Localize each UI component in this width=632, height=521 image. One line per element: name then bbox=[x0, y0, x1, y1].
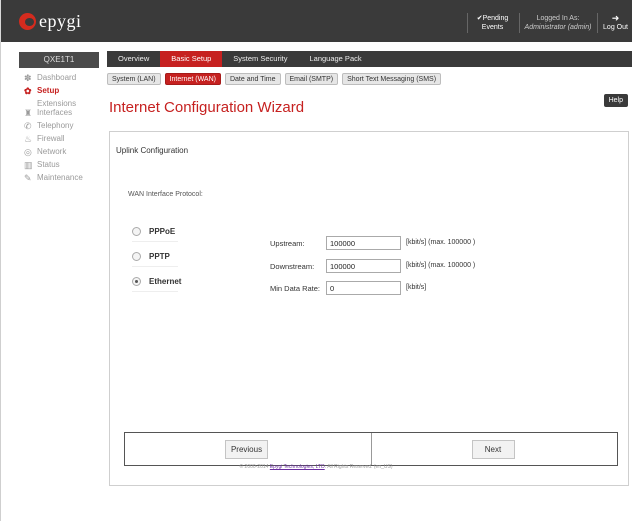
button-cell-right: Next bbox=[370, 433, 618, 465]
panel-heading: Uplink Configuration bbox=[116, 146, 189, 155]
radio-label: PPPoE bbox=[149, 227, 176, 236]
radio-button-selected[interactable] bbox=[132, 277, 141, 286]
logout-icon: ➜ bbox=[611, 13, 620, 23]
tab-basic-setup[interactable]: Basic Setup bbox=[160, 51, 223, 67]
subtab-email-smtp[interactable]: Email (SMTP) bbox=[284, 73, 339, 85]
subtab-date-time[interactable]: Date and Time bbox=[224, 73, 281, 85]
button-cell-left: Previous bbox=[125, 433, 371, 465]
sidebar-item-label: Telephony bbox=[37, 121, 74, 130]
previous-button[interactable]: Previous bbox=[225, 440, 268, 459]
radio-button[interactable] bbox=[132, 252, 141, 261]
downstream-unit: [kbit/s] (max. 100000 ) bbox=[406, 262, 476, 269]
divider bbox=[132, 266, 178, 267]
sidebar-item-label: Dashboard bbox=[37, 73, 77, 82]
radio-pptp[interactable]: PPTP bbox=[132, 252, 170, 261]
sidebar: QXE1T1 ✽ Dashboard ✿ Setup Extensions ♜ … bbox=[11, 42, 105, 521]
footer: © 2000-2014 Epygi Technologies, LTD. All… bbox=[0, 464, 632, 470]
divider bbox=[132, 291, 178, 292]
sidebar-item-setup[interactable]: ✿ Setup Extensions bbox=[11, 85, 105, 108]
sidebar-item-label: Interfaces bbox=[37, 108, 73, 117]
footer-company-link[interactable]: Epygi Technologies, LTD bbox=[270, 464, 325, 470]
help-button[interactable]: Help bbox=[603, 94, 628, 107]
sidebar-item-status[interactable]: ▥ Status bbox=[11, 159, 105, 172]
epygi-logo[interactable]: epygi bbox=[19, 10, 82, 32]
downstream-input[interactable] bbox=[326, 259, 401, 273]
phone-icon: ✆ bbox=[24, 121, 32, 131]
dashboard-icon: ✽ bbox=[24, 73, 32, 83]
wrench-icon: ✎ bbox=[24, 173, 32, 183]
pending-label: Pending bbox=[482, 15, 509, 22]
upstream-unit: [kbit/s] (max. 100000 ) bbox=[406, 239, 476, 246]
sidebar-item-label: Setup bbox=[37, 86, 60, 95]
sidebar-item-firewall[interactable]: ♨ Firewall bbox=[11, 133, 105, 146]
logged-in-user: Administrator (admin) bbox=[524, 24, 592, 31]
sidebar-item-label: Status bbox=[37, 160, 60, 169]
sidebar-nav: ✽ Dashboard ✿ Setup Extensions ♜ Interfa… bbox=[11, 72, 105, 185]
logged-in-label: Logged In As: bbox=[536, 15, 580, 22]
main-tabs: Overview Basic Setup System Security Lan… bbox=[107, 51, 632, 67]
sidebar-item-dashboard[interactable]: ✽ Dashboard bbox=[11, 72, 105, 85]
tab-overview[interactable]: Overview bbox=[107, 51, 160, 67]
subtab-sms[interactable]: Short Text Messaging (SMS) bbox=[342, 73, 442, 85]
next-button[interactable]: Next bbox=[471, 440, 515, 459]
min-data-rate-unit: [kbit/s] bbox=[406, 284, 427, 291]
tab-language-pack[interactable]: Language Pack bbox=[298, 51, 372, 67]
sidebar-item-network[interactable]: ◎ Network bbox=[11, 146, 105, 159]
sidebar-item-telephony[interactable]: ✆ Telephony bbox=[11, 120, 105, 133]
gear-icon: ✿ bbox=[24, 86, 32, 96]
interfaces-icon: ♜ bbox=[24, 108, 33, 118]
wizard-button-bar: Previous Next bbox=[124, 432, 618, 466]
pending-events-button[interactable]: ✔Pending Events bbox=[467, 13, 517, 33]
epygi-logo-icon bbox=[19, 12, 36, 30]
sidebar-item-label: Maintenance bbox=[37, 173, 83, 182]
downstream-label: Downstream: bbox=[270, 262, 315, 271]
footer-suffix: . All Rights Reserved. (en_US) bbox=[324, 464, 393, 470]
divider bbox=[132, 241, 178, 242]
left-gutter bbox=[0, 42, 11, 521]
min-data-rate-label: Min Data Rate: bbox=[270, 284, 321, 293]
radio-label: PPTP bbox=[149, 252, 170, 261]
events-label: Events bbox=[481, 24, 504, 31]
logged-in-info: Logged In As: Administrator (admin) bbox=[519, 13, 596, 33]
footer-prefix: © 2000-2014 bbox=[239, 464, 270, 470]
wizard-panel: Uplink Configuration WAN Interface Proto… bbox=[109, 131, 629, 486]
protocol-label: WAN Interface Protocol: bbox=[128, 191, 203, 198]
page-title: Internet Configuration Wizard bbox=[109, 99, 305, 116]
main-content: Overview Basic Setup System Security Lan… bbox=[107, 42, 632, 521]
logo-text: epygi bbox=[39, 10, 82, 31]
sidebar-item-interfaces[interactable]: ♜ Interfaces bbox=[11, 107, 105, 120]
top-header: epygi ✔Pending Events Logged In As: Admi… bbox=[0, 0, 632, 42]
radio-label: Ethernet bbox=[149, 277, 182, 286]
sub-tabs: System (LAN) Internet (WAN) Date and Tim… bbox=[107, 73, 445, 85]
sidebar-item-label: Firewall bbox=[37, 134, 65, 143]
subtab-internet-wan[interactable]: Internet (WAN) bbox=[164, 73, 221, 85]
chart-icon: ▥ bbox=[24, 160, 33, 170]
device-name: QXE1T1 bbox=[19, 52, 99, 68]
subtab-system-lan[interactable]: System (LAN) bbox=[107, 73, 161, 85]
upstream-label: Upstream: bbox=[270, 239, 305, 248]
upstream-input[interactable] bbox=[326, 236, 401, 250]
min-data-rate-input[interactable] bbox=[326, 281, 401, 295]
tab-system-security[interactable]: System Security bbox=[222, 51, 298, 67]
sidebar-item-maintenance[interactable]: ✎ Maintenance bbox=[11, 172, 105, 185]
logout-button[interactable]: ➜ Log Out bbox=[597, 13, 632, 33]
radio-pppoe[interactable]: PPPoE bbox=[132, 227, 175, 236]
radio-ethernet[interactable]: Ethernet bbox=[132, 277, 181, 286]
radio-button[interactable] bbox=[132, 227, 141, 236]
sidebar-item-label: Network bbox=[37, 147, 67, 156]
logout-label: Log Out bbox=[603, 24, 628, 31]
globe-icon: ◎ bbox=[24, 147, 32, 157]
flame-icon: ♨ bbox=[24, 134, 33, 144]
